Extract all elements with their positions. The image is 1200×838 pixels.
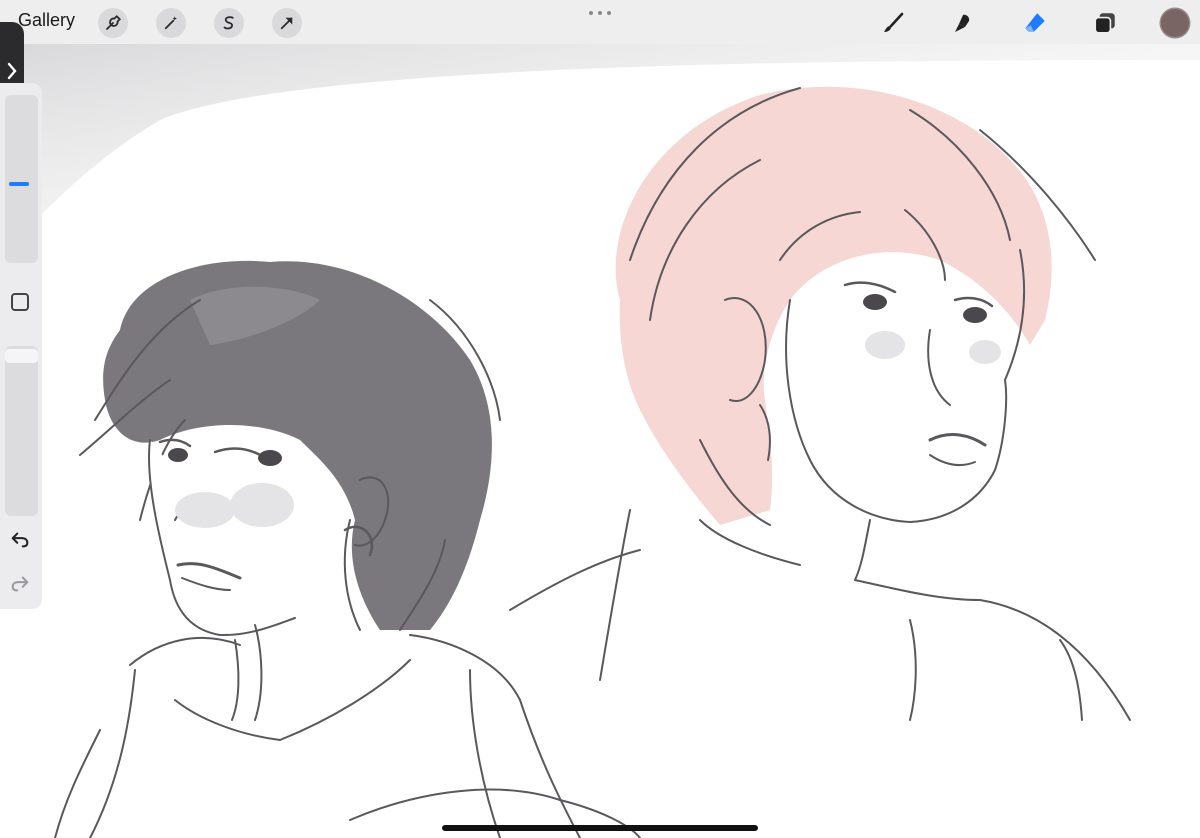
eraser-tool-button[interactable] [1020, 8, 1050, 38]
home-indicator[interactable] [442, 825, 758, 831]
opacity-slider-handle[interactable] [5, 349, 38, 363]
drawing-canvas[interactable] [0, 0, 1200, 838]
brush-size-indicator[interactable] [9, 182, 29, 186]
adjustments-button[interactable] [156, 8, 186, 38]
layers-icon [1094, 13, 1115, 34]
brush-icon [884, 12, 904, 32]
selection-s-icon [223, 16, 234, 30]
eraser-icon [1025, 13, 1045, 32]
chevron-right-icon [7, 62, 17, 80]
top-toolbar: Gallery [0, 0, 1200, 44]
left-figure [54, 260, 641, 838]
wrench-icon [106, 14, 122, 30]
gallery-button[interactable]: Gallery [18, 10, 75, 31]
brush-tool-button[interactable] [878, 8, 908, 38]
transform-button[interactable] [272, 8, 302, 38]
magic-wand-icon [164, 16, 177, 30]
left-sidebar [0, 83, 42, 609]
redo-icon[interactable] [9, 573, 31, 595]
color-picker-button[interactable] [1161, 9, 1189, 37]
modify-button[interactable] [11, 293, 29, 311]
brush-size-slider[interactable] [5, 95, 38, 263]
undo-icon[interactable] [9, 529, 31, 551]
smudge-tool-button[interactable] [948, 8, 978, 38]
smudge-icon [955, 14, 970, 32]
left-figure-face [148, 439, 296, 637]
more-dots-icon[interactable] [588, 10, 612, 16]
actions-button[interactable] [98, 8, 128, 38]
selection-button[interactable] [214, 8, 244, 38]
layers-button[interactable] [1090, 8, 1120, 38]
right-figure-face [785, 299, 1008, 524]
right-figure [509, 86, 1131, 721]
transform-arrow-icon [280, 17, 293, 30]
opacity-slider[interactable] [5, 346, 38, 516]
right-figure-hair [615, 86, 1052, 526]
